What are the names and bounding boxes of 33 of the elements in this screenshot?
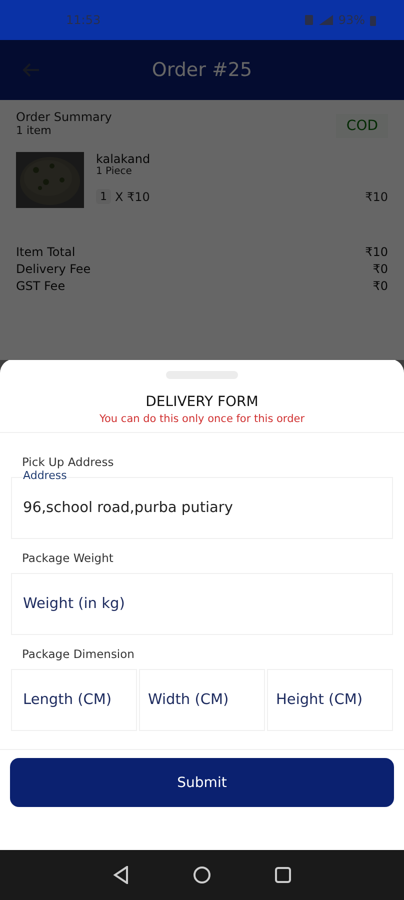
signal-icon: [319, 15, 334, 25]
submit-button[interactable]: Submit: [10, 758, 394, 807]
field-label: Package Weight: [22, 551, 114, 565]
floating-label: Address: [23, 469, 67, 482]
input-field[interactable]: Length (CM): [11, 669, 137, 731]
page-title: Order #25: [152, 59, 252, 81]
fee-value: ₹10: [365, 244, 388, 261]
fee-label: Item Total: [16, 244, 76, 261]
fee-value: ₹0: [372, 261, 388, 278]
battery-icon: [370, 14, 376, 26]
unit-price: X ₹10: [115, 190, 150, 204]
warning-text: You can do this only once for this order: [99, 413, 305, 425]
quantity-chip: 1: [96, 189, 111, 204]
back-nav-icon[interactable]: [113, 866, 129, 884]
fee-label: Delivery Fee: [16, 261, 91, 278]
item-price: ₹10: [365, 190, 388, 204]
product-unit: 1 Piece: [96, 166, 133, 177]
clock-time: 11:53: [66, 13, 101, 27]
input-field[interactable]: Width (CM): [139, 669, 265, 731]
form-title: DELIVERY FORM: [146, 394, 258, 410]
field-label: Pick Up Address: [22, 455, 115, 469]
fee-label: GST Fee: [16, 278, 66, 295]
field-label: Package Dimension: [22, 647, 136, 661]
payment-badge: COD: [336, 114, 388, 138]
fee-value: ₹0: [372, 278, 388, 295]
recents-nav-icon[interactable]: [275, 867, 291, 883]
home-nav-icon[interactable]: [193, 866, 211, 884]
battery-percent: 93%: [338, 13, 365, 27]
product-name: kalakand: [96, 152, 152, 166]
summary-title: Order Summary: [16, 110, 112, 124]
item-count: 1 item: [16, 124, 52, 137]
input-field[interactable]: Height (CM): [267, 669, 393, 731]
input-field[interactable]: Weight (in kg): [11, 573, 393, 635]
